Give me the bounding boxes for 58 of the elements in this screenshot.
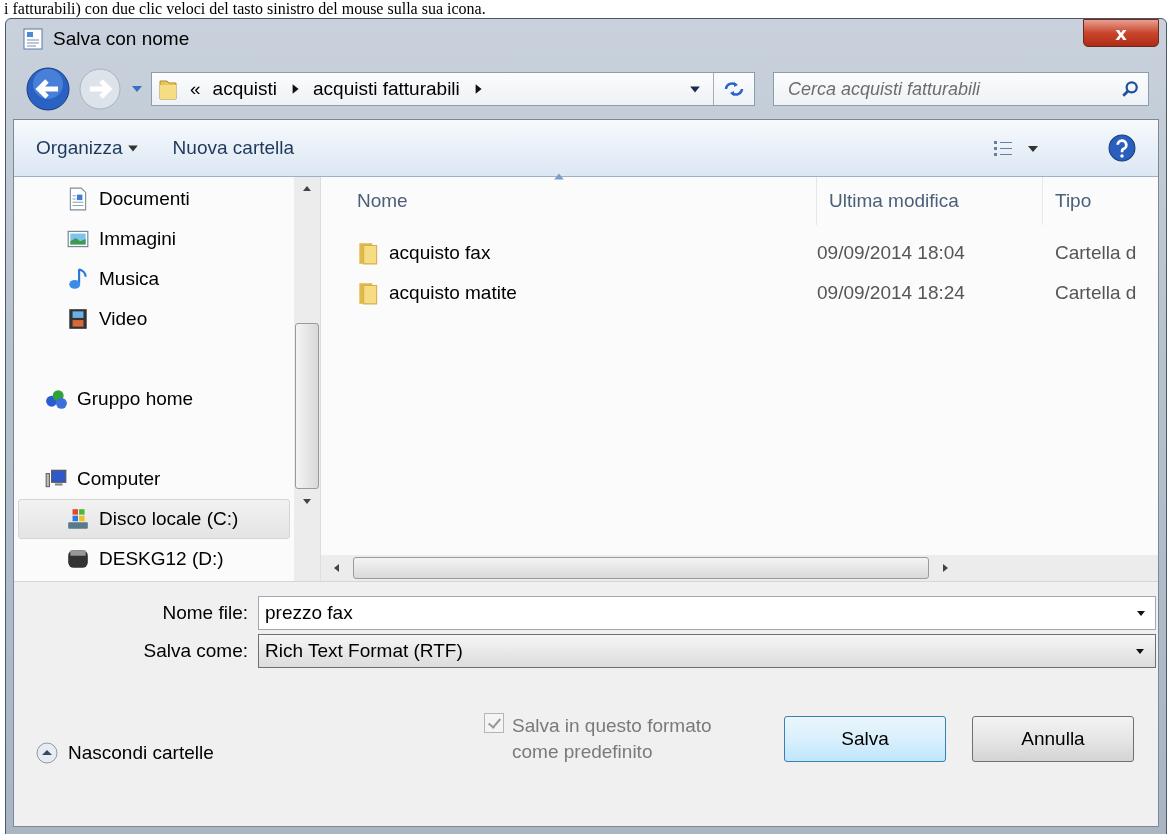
help-icon[interactable] bbox=[1108, 134, 1136, 162]
scroll-left-arrow[interactable] bbox=[332, 563, 342, 573]
dialog-button[interactable]: Salva bbox=[784, 716, 946, 762]
breadcrumb-item[interactable]: acquisti fatturabili bbox=[313, 78, 460, 100]
drive-icon bbox=[67, 547, 89, 571]
document-text: i fatturabili) con due clic veloci del tasto sinistro del mouse sulla sua icona. bbox=[3, 0, 487, 18]
window-title: Salva con nome bbox=[53, 28, 190, 50]
save-as-type-label: Salva come: bbox=[142, 640, 248, 662]
scroll-up-arrow[interactable] bbox=[302, 184, 312, 194]
close-button[interactable]: x bbox=[1083, 19, 1159, 47]
refresh-icon[interactable] bbox=[723, 80, 745, 98]
file-name-field[interactable]: prezzo fax bbox=[258, 596, 1156, 630]
table-cell-text: 09/09/2014 18:24 bbox=[816, 282, 966, 304]
folder-icon bbox=[357, 240, 379, 266]
drive-icon bbox=[67, 507, 89, 531]
column-header[interactable]: Ultima modifica bbox=[817, 177, 1043, 225]
table-cell-text: Cartella d bbox=[1054, 282, 1138, 304]
search-field[interactable]: Cerca acquisti fatturabili bbox=[773, 72, 1149, 106]
nav-item[interactable]: Computer bbox=[18, 459, 290, 499]
nav-item[interactable]: Documenti bbox=[18, 179, 290, 219]
breadcrumb-item[interactable]: acquisti bbox=[212, 78, 277, 100]
nav-item[interactable]: Gruppo home bbox=[18, 379, 290, 419]
path-overflow-button[interactable]: « bbox=[190, 78, 201, 100]
dropdown-arrow[interactable] bbox=[1136, 608, 1146, 618]
save-as-type-dropdown[interactable]: Rich Text Format (RTF) bbox=[258, 634, 1156, 668]
nav-item[interactable]: DESKG12 (D:) bbox=[18, 539, 290, 579]
horizontal-scrollbar[interactable] bbox=[321, 555, 1158, 581]
folder-icon bbox=[158, 77, 178, 101]
file-name-label: Nome file: bbox=[161, 602, 248, 624]
back-button[interactable] bbox=[25, 66, 71, 112]
new-folder-button[interactable]: Nuova cartella bbox=[164, 131, 303, 165]
table-cell-text: Cartella d bbox=[1054, 242, 1138, 264]
table-cell-text: 09/09/2014 18:04 bbox=[816, 242, 966, 264]
search-icon bbox=[1121, 80, 1139, 98]
checkbox-label: Salva in questo formato come predefinito bbox=[512, 714, 713, 764]
dialog-button[interactable]: Annulla bbox=[972, 716, 1134, 762]
file-row[interactable]: acquisto fax bbox=[321, 240, 805, 266]
music-note-icon bbox=[67, 267, 89, 291]
nav-item[interactable]: Video bbox=[18, 299, 290, 339]
document-icon bbox=[23, 28, 43, 50]
column-header[interactable]: Tipo bbox=[1043, 177, 1158, 225]
film-icon bbox=[67, 307, 89, 331]
address-bar[interactable]: « acquisti acquisti fatturabili bbox=[151, 72, 755, 106]
network-icon bbox=[45, 387, 67, 411]
column-header[interactable]: Nome bbox=[321, 177, 817, 225]
hide-folders-button[interactable]: Nascondi cartelle bbox=[34, 740, 216, 766]
organize-menu[interactable]: Organizza bbox=[28, 131, 131, 165]
nav-item[interactable]: Disco locale (C:) bbox=[18, 499, 290, 539]
nav-item[interactable]: Immagini bbox=[18, 219, 290, 259]
scroll-down-arrow[interactable] bbox=[302, 496, 312, 506]
nav-item[interactable]: Musica bbox=[18, 259, 290, 299]
file-row[interactable]: acquisto matite bbox=[321, 280, 805, 306]
collapse-icon bbox=[36, 742, 58, 764]
vertical-scrollbar[interactable] bbox=[294, 177, 320, 581]
folder-icon bbox=[357, 280, 379, 306]
dropdown-arrow[interactable] bbox=[1135, 646, 1145, 656]
document-icon bbox=[67, 187, 89, 211]
scroll-right-arrow[interactable] bbox=[940, 563, 950, 573]
